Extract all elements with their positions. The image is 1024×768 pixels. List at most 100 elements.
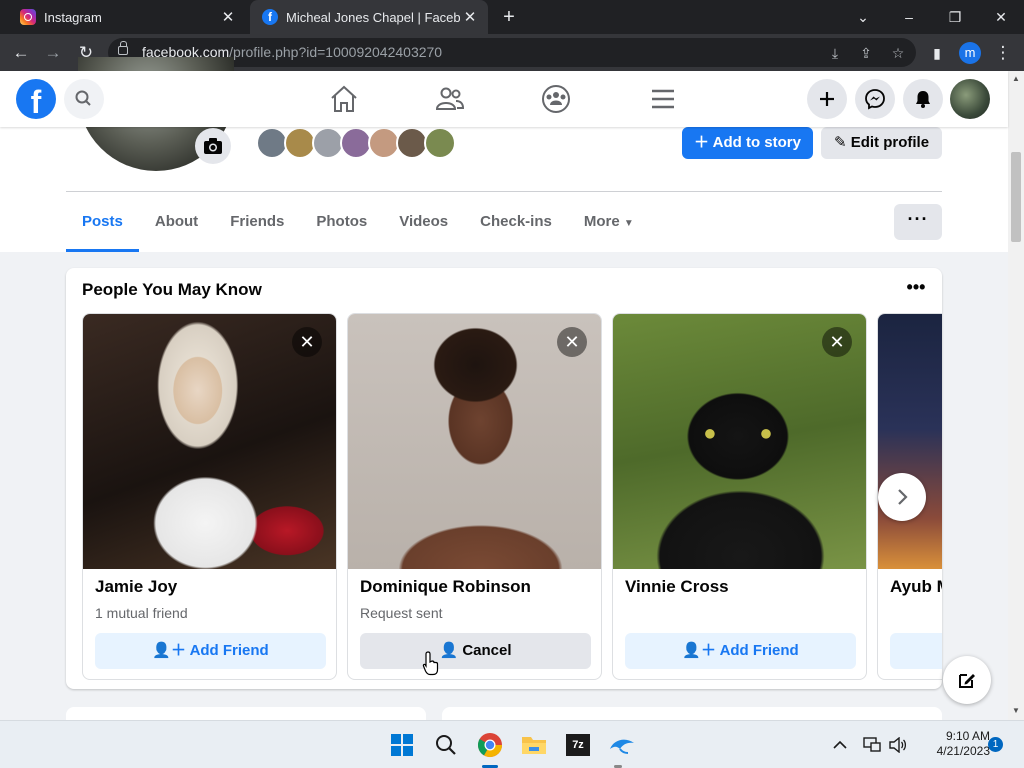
lock-icon[interactable] — [118, 41, 128, 55]
person-name[interactable]: Dominique Robinson — [360, 577, 531, 597]
install-icon[interactable]: ⤓ — [825, 43, 845, 63]
home-nav-icon[interactable] — [326, 81, 362, 117]
volume-button[interactable] — [884, 729, 912, 761]
facebook-logo-icon[interactable]: f — [16, 79, 56, 119]
person-card[interactable]: ✕ Vinnie Cross 👤＋ Add Friend — [612, 313, 867, 680]
chevron-right-icon — [898, 489, 908, 505]
remove-user-icon: 👤 — [439, 642, 463, 659]
tab-about[interactable]: About — [139, 195, 214, 252]
avatar[interactable] — [424, 127, 456, 159]
person-card[interactable]: ✕ Dominique Robinson Request sent 👤 Canc… — [347, 313, 602, 680]
file-explorer-taskbar-button[interactable] — [518, 729, 550, 761]
chrome-icon — [477, 733, 502, 758]
side-panel-icon[interactable]: ▮ — [924, 40, 950, 66]
messenger-button[interactable] — [855, 79, 895, 119]
caret-down-icon: ▼ — [623, 218, 634, 229]
browser-menu-icon[interactable]: ⋮ — [990, 40, 1016, 66]
people-you-may-know-card: People You May Know ••• ✕ Jamie Joy 1 mu… — [66, 268, 942, 689]
clock-time: 9:10 AM — [945, 729, 990, 743]
remove-suggestion-icon[interactable]: ✕ — [822, 327, 852, 357]
person-name[interactable]: Ayub M — [890, 577, 942, 597]
forward-button[interactable]: → — [40, 40, 66, 66]
system-clock[interactable]: 9:10 AM 4/21/2023 — [910, 729, 990, 759]
scroll-down-arrow-icon[interactable]: ▼ — [1008, 704, 1024, 718]
windows-taskbar: 7z 9:10 AM 4/21/2023 — [0, 720, 1024, 768]
cancel-request-button[interactable]: 👤 Cancel — [360, 633, 591, 669]
restore-button[interactable]: ❐ — [932, 0, 978, 34]
add-to-story-button[interactable]: ＋ Add to story — [682, 127, 813, 159]
tab-instagram[interactable]: Instagram ✕ — [8, 0, 246, 34]
menu-nav-icon[interactable] — [644, 81, 680, 117]
tab-posts[interactable]: Posts — [66, 195, 139, 252]
friend-avatars — [256, 127, 456, 159]
notification-count-badge[interactable]: 1 — [988, 737, 1003, 752]
network-button[interactable] — [858, 729, 886, 761]
close-tab-icon[interactable]: ✕ — [218, 8, 238, 26]
tab-friends[interactable]: Friends — [214, 195, 300, 252]
tab-search-icon[interactable]: ⌄ — [840, 0, 886, 34]
friends-nav-icon[interactable] — [432, 81, 468, 117]
add-friend-button[interactable]: 👤＋ Add Friend — [95, 633, 326, 669]
browser-tab-strip: Instagram ✕ f Micheal Jones Chapel | Fac… — [0, 0, 1024, 34]
profile-header: ＋ Add to story ✎ Edit profile Posts Abou… — [0, 57, 1008, 252]
7zip-taskbar-button[interactable]: 7z — [562, 729, 594, 761]
carousel-next-button[interactable] — [878, 473, 926, 521]
app-taskbar-button[interactable] — [606, 729, 638, 761]
share-icon[interactable]: ⇪ — [856, 43, 876, 63]
camera-icon — [204, 138, 222, 154]
add-user-icon: 👤＋ — [682, 642, 720, 659]
tab-videos[interactable]: Videos — [383, 195, 464, 252]
section-title: People You May Know — [82, 280, 262, 299]
groups-nav-icon[interactable] — [538, 81, 574, 117]
folder-icon — [522, 737, 546, 754]
remove-suggestion-icon[interactable]: ✕ — [292, 327, 322, 357]
taskbar-search-button[interactable] — [430, 729, 462, 761]
profile-more-options-button[interactable]: ··· — [894, 204, 942, 240]
post-composer-card — [442, 707, 942, 721]
remove-suggestion-icon[interactable]: ✕ — [557, 327, 587, 357]
tab-photos[interactable]: Photos — [300, 195, 383, 252]
speaker-icon — [889, 737, 907, 753]
show-hidden-icons-button[interactable] — [826, 729, 854, 761]
pymk-options-button[interactable]: ••• — [902, 278, 930, 302]
request-status-text: Request sent — [360, 605, 443, 621]
new-tab-button[interactable]: + — [498, 6, 520, 28]
update-profile-picture-button[interactable] — [195, 128, 231, 164]
person-card[interactable]: ✕ Jamie Joy 1 mutual friend 👤＋ Add Frien… — [82, 313, 337, 680]
close-tab-icon[interactable]: ✕ — [460, 8, 480, 26]
dolphin-icon — [610, 739, 634, 754]
scrollbar-thumb[interactable] — [1011, 152, 1021, 242]
scroll-up-arrow-icon[interactable]: ▲ — [1008, 72, 1024, 86]
notifications-button[interactable] — [903, 79, 943, 119]
add-friend-button[interactable]: 👤＋ Add Friend — [625, 633, 856, 669]
chrome-taskbar-button[interactable] — [474, 729, 506, 761]
pencil-icon: ✎ — [833, 134, 851, 151]
plus-icon: ＋ — [694, 134, 713, 151]
back-button[interactable]: ← — [8, 40, 34, 66]
intro-card — [66, 707, 426, 721]
instagram-favicon-icon — [20, 9, 36, 25]
search-icon — [436, 735, 456, 755]
minimize-button[interactable]: – — [886, 0, 932, 34]
start-button[interactable] — [386, 729, 418, 761]
bookmark-star-icon[interactable]: ☆ — [888, 43, 908, 63]
chevron-up-icon — [833, 740, 847, 749]
network-icon — [863, 737, 881, 752]
tab-more[interactable]: More ▼ — [568, 195, 650, 252]
edit-profile-button[interactable]: ✎ Edit profile — [821, 127, 942, 159]
new-message-button[interactable] — [943, 656, 991, 704]
person-name[interactable]: Jamie Joy — [95, 577, 177, 597]
create-button[interactable] — [807, 79, 847, 119]
add-friend-button[interactable] — [890, 633, 942, 669]
tab-facebook[interactable]: f Micheal Jones Chapel | Facebook ✕ — [250, 0, 488, 34]
tab-title: Micheal Jones Chapel | Facebook — [286, 9, 460, 25]
windows-logo-icon — [391, 734, 413, 756]
tab-check-ins[interactable]: Check-ins — [464, 195, 568, 252]
search-button[interactable] — [64, 79, 104, 119]
browser-profile-avatar[interactable]: m — [959, 42, 981, 64]
person-photo[interactable] — [878, 314, 942, 569]
plus-icon — [820, 92, 834, 106]
person-name[interactable]: Vinnie Cross — [625, 577, 729, 597]
close-window-button[interactable]: ✕ — [978, 0, 1024, 34]
account-avatar[interactable] — [950, 79, 990, 119]
